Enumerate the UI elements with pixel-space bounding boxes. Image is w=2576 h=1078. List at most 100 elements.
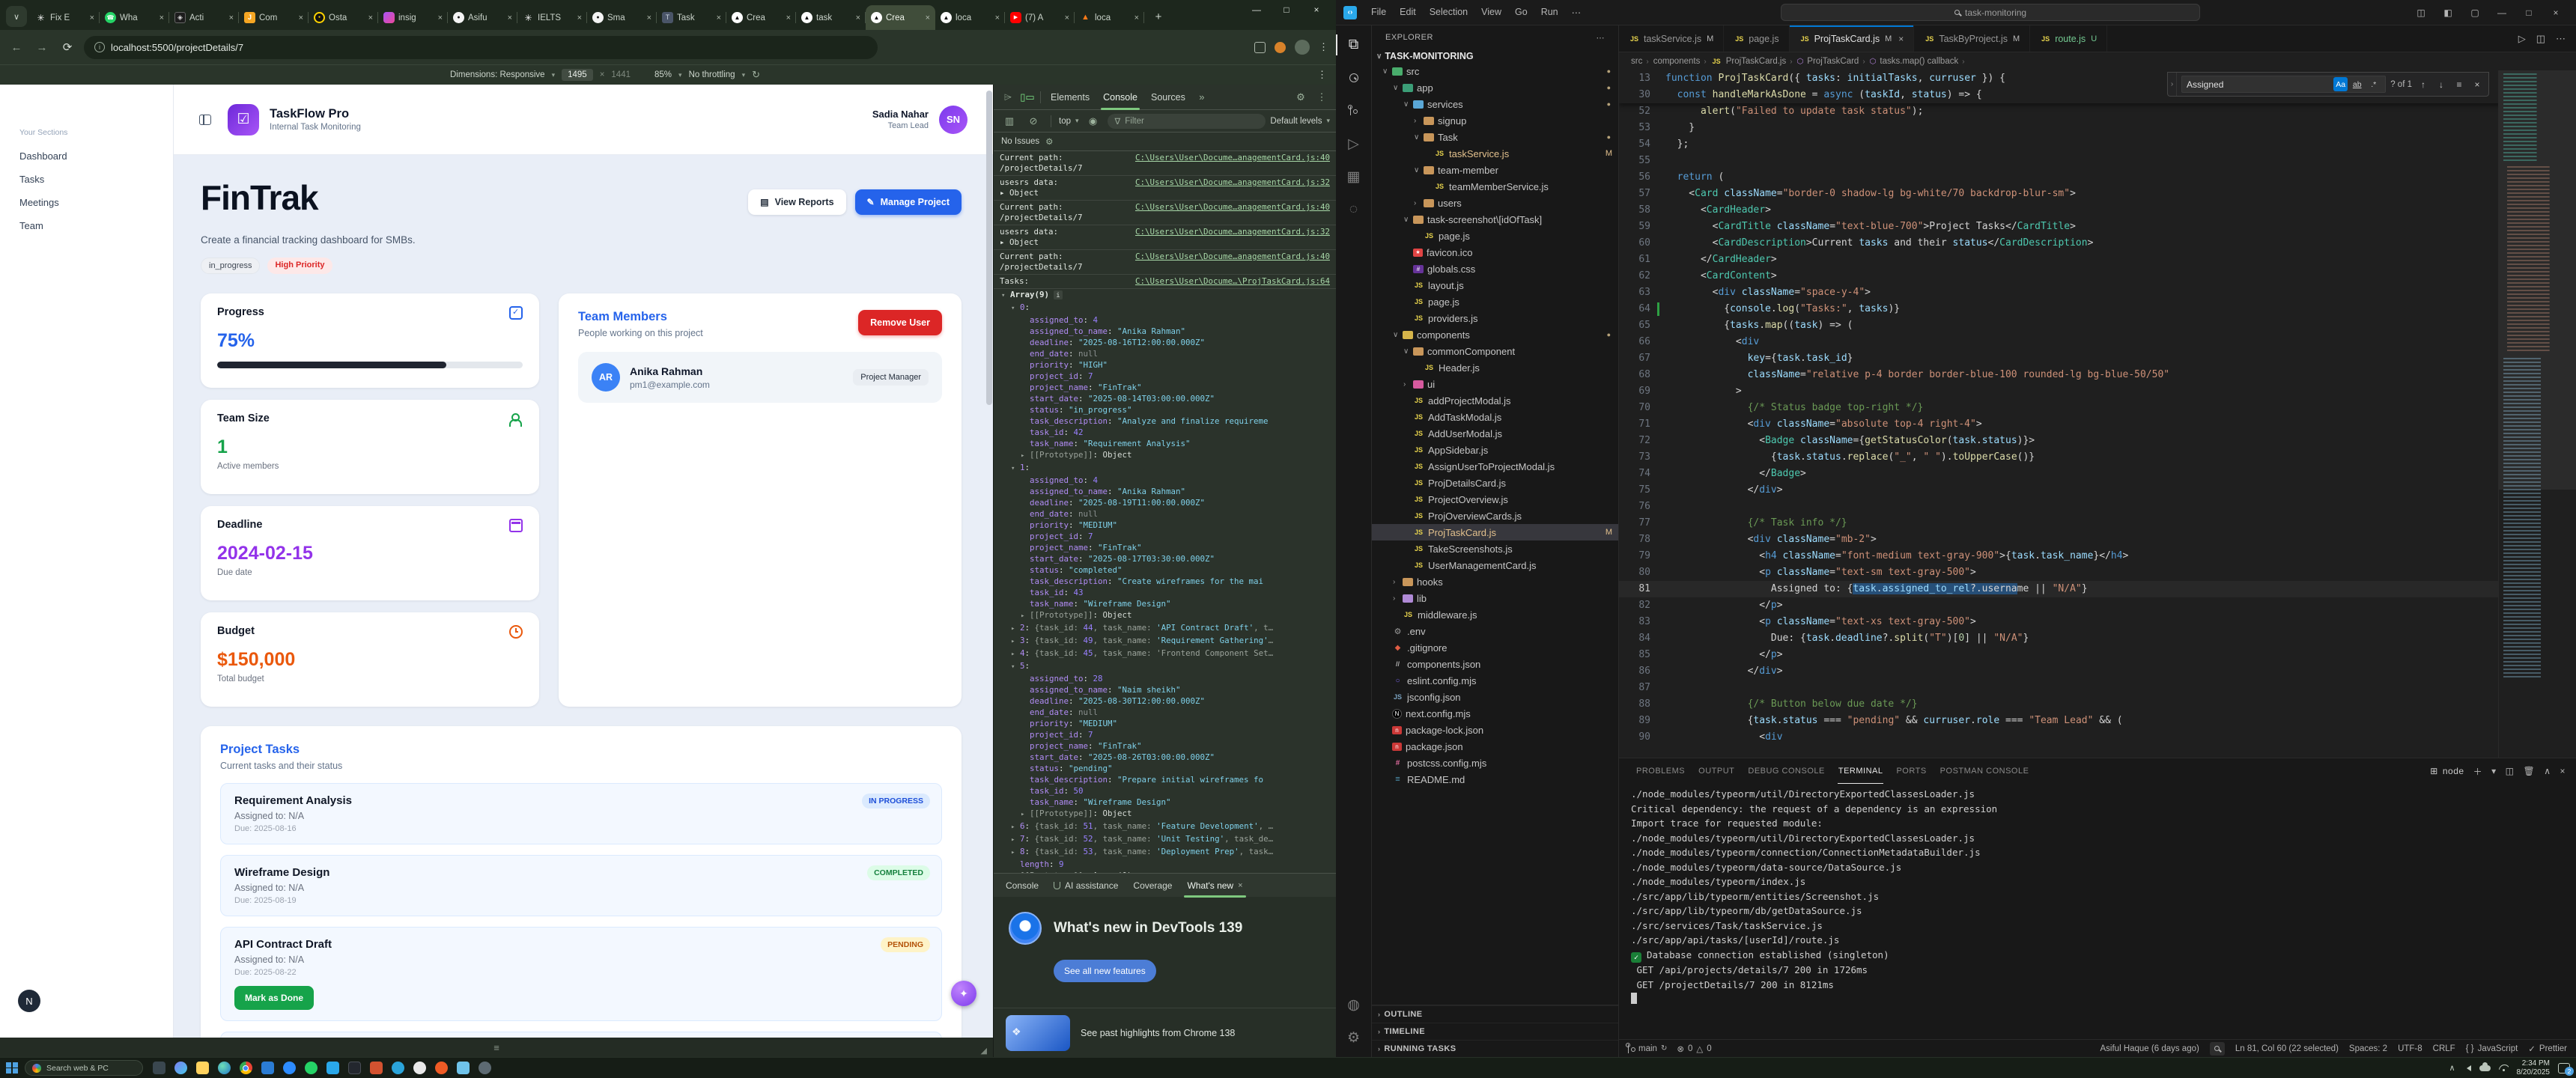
tab-close-icon[interactable]: × [438, 13, 443, 22]
minimize-button[interactable]: — [1242, 0, 1272, 19]
terminal-dropdown-icon[interactable]: ▾ [2491, 766, 2497, 776]
console-tree-row[interactable]: task_name: "Requirement Analysis" [994, 438, 1336, 449]
browser-tab[interactable]: Asifu × [448, 5, 517, 30]
menu-item[interactable]: Edit [1393, 4, 1423, 21]
drawer-tab[interactable]: What's new × [1179, 874, 1250, 898]
sidebar-nav-item[interactable]: Tasks [0, 168, 173, 191]
indentation-setting[interactable]: Spaces: 2 [2349, 1044, 2387, 1053]
whole-word-button[interactable]: ab [2350, 77, 2364, 91]
editor-tab[interactable]: ProjTaskCard.js M × [1789, 25, 1915, 52]
console-tree-row[interactable]: end_date: null [994, 707, 1336, 718]
taskbar-clock[interactable]: 2:34 PM 8/20/2025 [2517, 1059, 2551, 1077]
console-tree-row[interactable]: start_date: "2025-08-17T03:30:00.000Z" [994, 553, 1336, 564]
explorer-item[interactable]: ∨ task-screenshot\[idOfTask] [1372, 211, 1618, 228]
explorer-item[interactable]: page.js [1372, 228, 1618, 244]
browser-tab[interactable]: loca × [935, 5, 1005, 30]
explorer-item[interactable]: AddTaskModal.js [1372, 409, 1618, 425]
console-tree-row[interactable]: project_id: 7 [994, 531, 1336, 542]
wifi-icon[interactable] [2499, 1065, 2509, 1071]
find-in-selection-icon[interactable]: ≡ [2452, 76, 2466, 93]
sidebar-user-avatar[interactable]: N [18, 990, 40, 1012]
taskbar-app-icon[interactable] [410, 1059, 428, 1077]
browser-tab[interactable]: Wha × [100, 5, 169, 30]
console-source-link[interactable]: C:\Users\User\Docume…anagementCard.js:40 [1129, 153, 1330, 163]
language-mode[interactable]: { } JavaScript [2466, 1044, 2518, 1053]
more-tabs-icon[interactable]: » [1192, 91, 1212, 103]
drawer-tab[interactable]: Console [998, 874, 1046, 898]
taskbar-app-icon[interactable] [454, 1059, 472, 1077]
browser-tab[interactable]: Task × [657, 5, 726, 30]
explorer-item[interactable]: layout.js [1372, 277, 1618, 293]
explorer-item[interactable]: ∨ src ● [1372, 63, 1618, 79]
sidebar-section[interactable]: › RUNNING TASKS [1372, 1040, 1618, 1057]
console-source-link[interactable]: C:\Users\User\Docume…anagementCard.js:40 [1129, 202, 1330, 213]
browser-tab[interactable]: insig × [378, 5, 448, 30]
console-tree-row[interactable]: status: "in_progress" [994, 404, 1336, 415]
browser-tab[interactable]: Com × [239, 5, 309, 30]
sidebar-nav-item[interactable]: Meetings [0, 191, 173, 214]
breadcrumb-segment[interactable]: ⬡ tasks.map() callback › [1870, 57, 1965, 66]
search-status-icon[interactable] [2209, 1041, 2225, 1056]
maximize-button[interactable]: □ [1272, 0, 1301, 19]
explorer-item[interactable]: ∨ commonComponent [1372, 343, 1618, 359]
info-icon[interactable]: i [1054, 290, 1063, 299]
explorer-item[interactable]: › users [1372, 195, 1618, 211]
menu-item[interactable]: Run [1534, 4, 1565, 21]
close-panel-icon[interactable]: × [2560, 766, 2566, 776]
find-previous-icon[interactable]: ↑ [2416, 76, 2430, 93]
menu-item[interactable]: Selection [1423, 4, 1474, 21]
explorer-item[interactable]: ∨ components ● [1372, 326, 1618, 343]
console-tree-row[interactable]: ▸ 7: {task_id: 52, task_name: 'Unit Testi… [994, 833, 1336, 846]
explorer-item[interactable]: taskService.js M [1372, 145, 1618, 162]
explorer-item[interactable]: ∨ team-member [1372, 162, 1618, 178]
taskbar-app-icon[interactable] [171, 1059, 189, 1077]
editor-tab[interactable]: TaskByProject.js M [1914, 25, 2031, 52]
tab-close-icon[interactable]: × [995, 13, 1000, 22]
console-tree-row[interactable]: length: 9 [994, 859, 1336, 870]
console-tree-row[interactable]: status: "completed" [994, 564, 1336, 576]
taskbar-app-icon[interactable] [193, 1059, 211, 1077]
tab-close-icon[interactable]: × [229, 13, 234, 22]
extensions-icon[interactable] [1254, 41, 1266, 53]
console-tree-row[interactable]: project_name: "FinTrak" [994, 542, 1336, 553]
console-tree-row[interactable]: task_id: 43 [994, 587, 1336, 598]
explorer-item[interactable]: .env [1372, 623, 1618, 639]
taskbar-app-icon[interactable] [280, 1059, 298, 1077]
tab-close-icon[interactable]: × [299, 13, 303, 22]
drawer-tab[interactable]: Coverage [1126, 874, 1179, 898]
console-tree-row[interactable]: ▾ 5: [994, 660, 1336, 673]
panel-tab[interactable]: PORTS [1889, 758, 1933, 784]
expand-arrow-icon[interactable]: ▾ [1011, 463, 1020, 475]
expand-arrow-icon[interactable]: ▸ [1011, 649, 1020, 660]
expand-arrow-icon[interactable]: ▸ [1021, 809, 1030, 820]
back-icon[interactable]: ← [7, 41, 25, 54]
context-selector[interactable]: top [1059, 117, 1071, 126]
drawer-tab[interactable]: AI assistance [1046, 874, 1126, 898]
device-toolbar-icon[interactable]: ▯▭ [1018, 91, 1037, 103]
inspect-element-icon[interactable]: ⌲ [998, 91, 1018, 103]
command-search-box[interactable]: task-monitoring [1781, 4, 2201, 21]
console-tree-row[interactable]: assigned_to: 4 [994, 314, 1336, 326]
console-tree-row[interactable]: deadline: "2025-08-16T12:00:00.000Z" [994, 337, 1336, 348]
explorer-item[interactable]: teamMemberService.js [1372, 178, 1618, 195]
console-tree-row[interactable]: start_date: "2025-08-14T03:00:00.000Z" [994, 393, 1336, 404]
explorer-item[interactable]: .gitignore [1372, 639, 1618, 656]
explorer-item[interactable]: ProjOverviewCards.js [1372, 508, 1618, 524]
sidebar-toggle-icon[interactable] [199, 114, 211, 125]
workspace-root[interactable]: ∨ TASK-MONITORING [1372, 49, 1618, 63]
taskbar-app-icon[interactable] [367, 1059, 385, 1077]
explorer-item[interactable]: AssignUserToProjectModal.js [1372, 458, 1618, 475]
panel-tab[interactable]: OUTPUT [1692, 758, 1741, 784]
console-tree-row[interactable]: project_id: 7 [994, 371, 1336, 382]
console-tree-row[interactable]: deadline: "2025-08-19T11:00:00.000Z" [994, 497, 1336, 508]
browser-tab[interactable]: IELTS × [517, 5, 587, 30]
find-toggle-icon[interactable]: › [2168, 73, 2177, 96]
issues-counter[interactable]: No Issues [1001, 137, 1039, 146]
expand-arrow-icon[interactable]: ▸ [1011, 847, 1020, 859]
panel-tab[interactable]: PROBLEMS [1629, 758, 1692, 784]
run-file-icon[interactable]: ▷ [2518, 33, 2526, 45]
tab-close-icon[interactable]: × [1134, 13, 1139, 22]
console-tree-row[interactable]: assigned_to: 4 [994, 475, 1336, 486]
new-tab-button[interactable]: + [1149, 7, 1168, 26]
console-tree-row[interactable]: start_date: "2025-08-26T03:00:00.000Z" [994, 752, 1336, 763]
